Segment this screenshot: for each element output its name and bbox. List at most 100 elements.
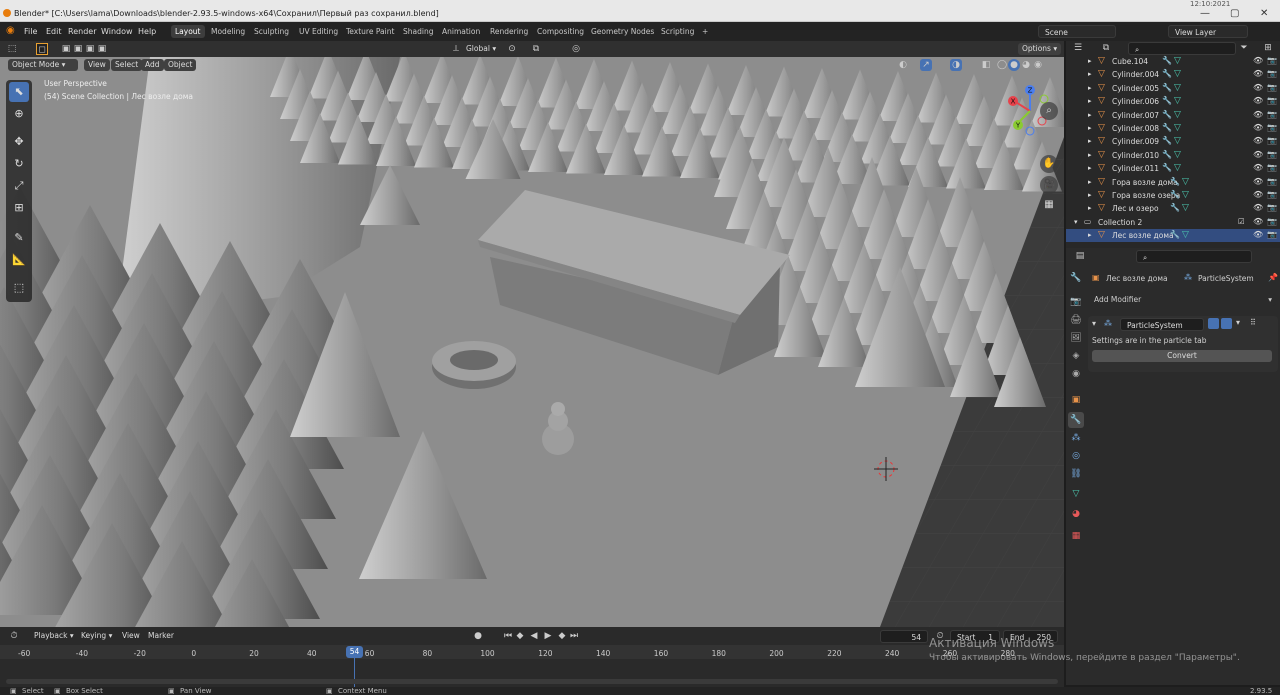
camera-view-icon[interactable]: 🎥 bbox=[1040, 176, 1058, 194]
outliner-row[interactable]: ▸ ▽ Гора возле озера 🔧 ▽ 👁 📷 bbox=[1066, 189, 1280, 202]
tab-uv-editing[interactable]: UV Editing bbox=[295, 25, 342, 38]
shading-material-icon[interactable]: ◕ bbox=[1020, 59, 1032, 71]
expand-icon[interactable]: ▸ bbox=[1088, 164, 1092, 172]
view-layer-tab-icon[interactable]: 🖼 bbox=[1068, 330, 1084, 346]
annotate-tool-icon[interactable]: ✎ bbox=[9, 228, 29, 248]
collapse-icon[interactable]: ▾ bbox=[1092, 319, 1096, 328]
outliner-row[interactable]: ▸ ▽ Гора возле дома 🔧 ▽ 👁 📷 bbox=[1066, 176, 1280, 189]
menu-timeline-view[interactable]: View bbox=[118, 630, 144, 642]
menu-render[interactable]: Render bbox=[68, 27, 96, 36]
visibility-icon[interactable]: 👁 bbox=[1253, 230, 1263, 239]
display-mode-icon[interactable]: ⧉ bbox=[1100, 42, 1112, 54]
render-visibility-icon[interactable]: 📷 bbox=[1267, 69, 1277, 78]
scene-selector[interactable]: Scene bbox=[1038, 25, 1116, 38]
close-icon[interactable]: ✕ bbox=[1260, 8, 1268, 19]
next-key-icon[interactable]: ◆ bbox=[556, 630, 568, 642]
menu-object[interactable]: Object bbox=[164, 59, 197, 71]
visibility-icon[interactable]: 👁 bbox=[1253, 150, 1263, 159]
outliner-row[interactable]: ▸ ▽ Cylinder.009 🔧 ▽ 👁 📷 bbox=[1066, 135, 1280, 148]
tab-geometry-nodes[interactable]: Geometry Nodes bbox=[587, 25, 658, 38]
output-tab-icon[interactable]: 🖨 bbox=[1068, 312, 1084, 328]
tab-rendering[interactable]: Rendering bbox=[486, 25, 532, 38]
object-tab-icon[interactable]: ▣ bbox=[1068, 392, 1084, 408]
render-tab-icon[interactable]: 📷 bbox=[1068, 294, 1084, 310]
expand-icon[interactable]: ▸ bbox=[1088, 204, 1092, 212]
blender-menu-icon[interactable]: ◉ bbox=[6, 25, 15, 36]
properties-editor-icon[interactable]: ▤ bbox=[1074, 250, 1086, 262]
render-visibility-icon[interactable]: 📷 bbox=[1267, 203, 1277, 212]
data-tab-icon[interactable]: ▽ bbox=[1068, 486, 1084, 502]
modifier-name-field[interactable]: ParticleSystem bbox=[1120, 318, 1204, 331]
expand-icon[interactable]: ▸ bbox=[1088, 57, 1092, 65]
orientation-dropdown[interactable]: Global ▾ bbox=[462, 43, 500, 55]
minimize-icon[interactable]: — bbox=[1200, 8, 1210, 19]
world-tab-icon[interactable]: ◉ bbox=[1068, 366, 1084, 382]
outliner-row[interactable]: ▸ ▽ Cylinder.005 🔧 ▽ 👁 📷 bbox=[1066, 82, 1280, 95]
material-tab-icon[interactable]: ◕ bbox=[1068, 506, 1084, 522]
jump-start-icon[interactable]: ⏮ bbox=[502, 630, 514, 642]
add-modifier-dropdown[interactable]: Add Modifier ▾ bbox=[1090, 294, 1276, 306]
shading-wireframe-icon[interactable]: ◯ bbox=[996, 59, 1008, 71]
visibility-icon[interactable]: 👁 bbox=[1253, 203, 1263, 212]
outliner-row[interactable]: ▸ ▽ Cylinder.010 🔧 ▽ 👁 📷 bbox=[1066, 149, 1280, 162]
visibility-icon[interactable]: 👁 bbox=[1253, 217, 1263, 226]
expand-icon[interactable]: ▸ bbox=[1088, 97, 1092, 105]
expand-icon[interactable]: ▸ bbox=[1088, 124, 1092, 132]
render-visibility-icon[interactable]: 📷 bbox=[1267, 96, 1277, 105]
visibility-icon[interactable]: 👁 bbox=[1253, 163, 1263, 172]
select-box-icon[interactable]: ◻ bbox=[36, 43, 48, 55]
outliner-row[interactable]: ▸ ▽ Лес возле дома 🔧 ▽ 👁 📷 bbox=[1066, 229, 1280, 243]
outliner-editor-icon[interactable]: ☰ bbox=[1072, 42, 1084, 54]
menu-window[interactable]: Window bbox=[101, 27, 133, 36]
visibility-icon[interactable]: 👁 bbox=[1253, 177, 1263, 186]
xray-icon[interactable]: ◧ bbox=[980, 59, 992, 71]
visibility-icon[interactable]: 👁 bbox=[1253, 136, 1263, 145]
options-dropdown[interactable]: Options ▾ bbox=[1018, 43, 1062, 55]
physics-tab-icon[interactable]: ◎ bbox=[1068, 448, 1084, 464]
record-icon[interactable]: ● bbox=[472, 630, 484, 642]
texture-tab-icon[interactable]: ▦ bbox=[1068, 528, 1084, 544]
expand-icon[interactable]: ▸ bbox=[1088, 137, 1092, 145]
jump-end-icon[interactable]: ⏭ bbox=[568, 630, 580, 642]
render-visibility-icon[interactable]: 📷 bbox=[1267, 190, 1277, 199]
constraints-tab-icon[interactable]: ⛓ bbox=[1068, 466, 1084, 482]
scene-tab-icon[interactable]: ◈ bbox=[1068, 348, 1084, 364]
menu-file[interactable]: File bbox=[24, 27, 37, 36]
tab-scripting[interactable]: Scripting bbox=[657, 25, 698, 38]
add-cube-tool-icon[interactable]: ⬚ bbox=[9, 278, 29, 298]
menu-select[interactable]: Select bbox=[111, 59, 143, 71]
playhead-frame[interactable]: 54 bbox=[346, 646, 363, 658]
pin-icon[interactable]: 📌 bbox=[1268, 273, 1278, 282]
drag-handle-icon[interactable]: ⠿ bbox=[1250, 318, 1256, 327]
select-mode-subtract-icon[interactable]: ▣ bbox=[84, 43, 96, 55]
expand-icon[interactable]: ▸ bbox=[1088, 191, 1092, 199]
visibility-icon[interactable]: 👁 bbox=[1253, 96, 1263, 105]
expand-icon[interactable]: ▸ bbox=[1088, 151, 1092, 159]
timeline-editor-icon[interactable]: ⏱ bbox=[8, 630, 20, 642]
menu-keying[interactable]: Keying ▾ bbox=[77, 630, 116, 642]
render-visibility-icon[interactable]: 📷 bbox=[1267, 230, 1277, 239]
visibility-icon[interactable]: 👁 bbox=[1253, 69, 1263, 78]
render-visibility-icon[interactable]: 📷 bbox=[1267, 56, 1277, 65]
outliner-row[interactable]: ▾ ▭ Collection 2 ☑ 👁 📷 bbox=[1066, 216, 1280, 229]
view-layer-selector[interactable]: View Layer bbox=[1168, 25, 1248, 38]
move-tool-icon[interactable]: ✥ bbox=[9, 132, 29, 152]
play-icon[interactable]: ▶ bbox=[542, 630, 554, 642]
menu-view[interactable]: View bbox=[84, 59, 110, 71]
render-visibility-icon[interactable]: 📷 bbox=[1267, 123, 1277, 132]
tab-animation[interactable]: Animation bbox=[438, 25, 484, 38]
tab-layout[interactable]: Layout bbox=[171, 25, 205, 38]
modifiers-tab-icon[interactable]: 🔧 bbox=[1068, 412, 1084, 428]
zoom-icon[interactable]: ⌕ bbox=[1040, 102, 1058, 120]
outliner-row[interactable]: ▸ ▽ Cylinder.008 🔧 ▽ 👁 📷 bbox=[1066, 122, 1280, 135]
filter-icon[interactable]: ⏷ bbox=[1238, 42, 1250, 54]
menu-playback[interactable]: Playback ▾ bbox=[30, 630, 78, 642]
editor-type-icon[interactable]: ⬚ bbox=[6, 43, 18, 55]
render-visibility-icon[interactable]: 📷 bbox=[1267, 83, 1277, 92]
particles-tab-icon[interactable]: ⁂ bbox=[1068, 430, 1084, 446]
tab-modeling[interactable]: Modeling bbox=[207, 25, 249, 38]
outliner-row[interactable]: ▸ ▽ Cylinder.004 🔧 ▽ 👁 📷 bbox=[1066, 68, 1280, 81]
show-render-icon[interactable] bbox=[1221, 318, 1232, 329]
select-mode-extend-icon[interactable]: ▣ bbox=[72, 43, 84, 55]
render-visibility-icon[interactable]: 📷 bbox=[1267, 217, 1277, 226]
